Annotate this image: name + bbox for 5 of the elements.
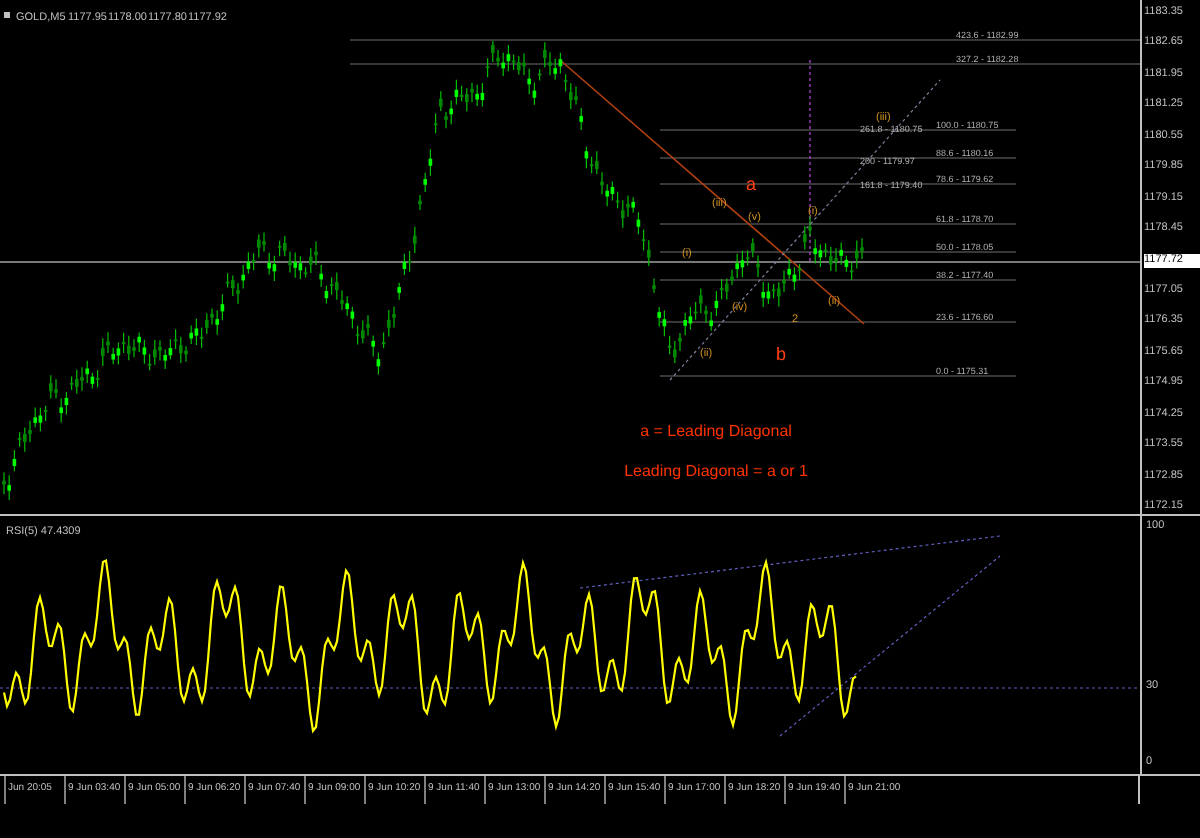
chart-note: Leading Diagonal = a or 1 xyxy=(624,462,808,480)
chart-note: a = Leading Diagonal xyxy=(640,422,792,440)
wave-label: a xyxy=(746,174,757,194)
symbol-icon xyxy=(4,12,10,18)
wave-label: b xyxy=(776,344,787,364)
